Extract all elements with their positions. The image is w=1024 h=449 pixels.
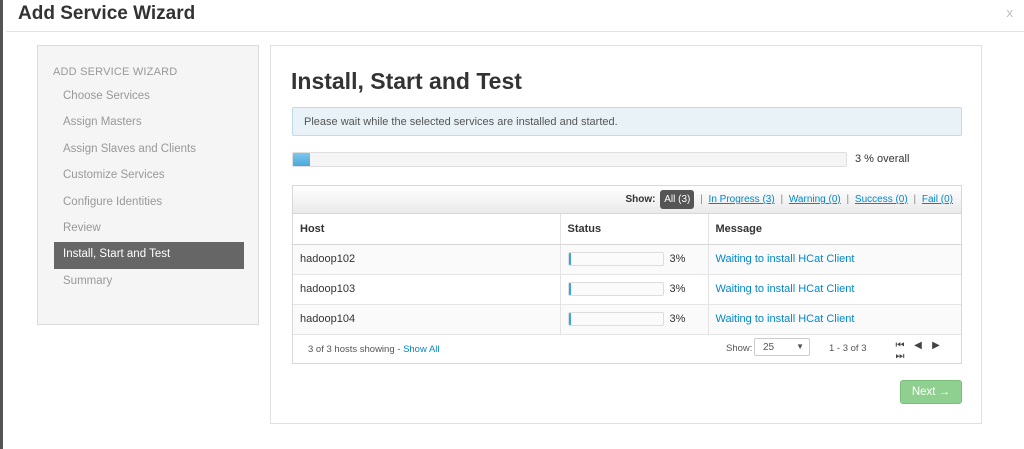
table-row: hadoop103 3% Waiting to install HCat Cli… bbox=[293, 274, 961, 305]
sidebar-item-summary[interactable]: Summary bbox=[54, 269, 244, 295]
pagination-controls: ⏮ ◀ ▶ ⏭ bbox=[891, 340, 961, 362]
host-progress-bar bbox=[567, 252, 664, 266]
table-row: hadoop104 3% Waiting to install HCat Cli… bbox=[293, 304, 961, 335]
info-alert: Please wait while the selected services … bbox=[292, 107, 962, 136]
first-page-icon[interactable]: ⏮ bbox=[891, 340, 909, 351]
host-cell: hadoop104 bbox=[293, 304, 561, 335]
host-progress-fill bbox=[568, 253, 572, 265]
next-page-icon[interactable]: ▶ bbox=[927, 340, 945, 351]
filter-warning[interactable]: Warning (0) bbox=[789, 194, 841, 205]
sidebar-item-review[interactable]: Review bbox=[54, 216, 244, 242]
message-cell: Waiting to install HCat Client bbox=[708, 304, 961, 335]
sidebar-item-customize-services[interactable]: Customize Services bbox=[54, 163, 244, 189]
status-cell: 3% bbox=[560, 304, 709, 335]
host-progress-bar bbox=[567, 282, 664, 296]
message-link[interactable]: Waiting to install HCat Client bbox=[716, 313, 855, 325]
wizard-sidebar: ADD SERVICE WIZARD Choose Services Assig… bbox=[37, 45, 259, 325]
table-footer: 3 of 3 hosts showing - Show All Show: 25… bbox=[293, 334, 961, 363]
host-progress-bar bbox=[567, 312, 664, 326]
prev-page-icon[interactable]: ◀ bbox=[909, 340, 927, 351]
sidebar-item-configure-identities[interactable]: Configure Identities bbox=[54, 190, 244, 216]
host-progress-percent: 3% bbox=[669, 253, 686, 265]
sidebar-steps: Choose Services Assign Masters Assign Sl… bbox=[54, 84, 244, 295]
hosts-table-container: Show: All (3) | In Progress (3) | Warnin… bbox=[292, 185, 962, 364]
close-button[interactable]: x bbox=[1007, 5, 1014, 20]
overall-progress-label: 3 % overall bbox=[855, 153, 910, 165]
filter-success[interactable]: Success (0) bbox=[855, 194, 908, 205]
message-cell: Waiting to install HCat Client bbox=[708, 274, 961, 305]
filter-separator: | bbox=[846, 194, 850, 205]
sidebar-item-assign-slaves-clients[interactable]: Assign Slaves and Clients bbox=[54, 137, 244, 163]
host-progress-percent: 3% bbox=[669, 313, 686, 325]
hosts-showing-count: 3 of 3 hosts showing - bbox=[308, 344, 404, 355]
filter-in-progress[interactable]: In Progress (3) bbox=[709, 194, 775, 205]
wizard-title: Add Service Wizard bbox=[18, 3, 196, 24]
sidebar-item-choose-services[interactable]: Choose Services bbox=[54, 84, 244, 110]
host-cell: hadoop102 bbox=[293, 244, 561, 275]
status-cell: 3% bbox=[560, 244, 709, 275]
column-header-message[interactable]: Message bbox=[708, 214, 961, 245]
overall-progress-bar bbox=[292, 152, 847, 167]
chevron-down-icon: ▼ bbox=[796, 342, 804, 351]
wizard-window: Add Service Wizard x ADD SERVICE WIZARD … bbox=[0, 0, 1024, 449]
page-size-select[interactable]: 25 ▼ bbox=[754, 338, 810, 356]
message-cell: Waiting to install HCat Client bbox=[708, 244, 961, 275]
table-header-row: Host Status Message bbox=[293, 214, 961, 245]
page-size-label: Show: bbox=[726, 343, 753, 354]
filter-all[interactable]: All (3) bbox=[660, 190, 695, 209]
message-link[interactable]: Waiting to install HCat Client bbox=[716, 283, 855, 295]
sidebar-item-assign-masters[interactable]: Assign Masters bbox=[54, 110, 244, 136]
filter-bar: Show: All (3) | In Progress (3) | Warnin… bbox=[293, 186, 961, 214]
filter-fail[interactable]: Fail (0) bbox=[922, 194, 953, 205]
hosts-table: Host Status Message hadoop102 3% Waiting… bbox=[293, 214, 961, 335]
host-cell: hadoop103 bbox=[293, 274, 561, 305]
page-size-value: 25 bbox=[763, 342, 775, 353]
page-title: Install, Start and Test bbox=[291, 68, 522, 94]
sidebar-item-install-start-test[interactable]: Install, Start and Test bbox=[54, 242, 244, 269]
column-header-host[interactable]: Host bbox=[293, 214, 561, 245]
table-row: hadoop102 3% Waiting to install HCat Cli… bbox=[293, 244, 961, 275]
wizard-header: Add Service Wizard x bbox=[6, 0, 1024, 32]
host-progress-fill bbox=[568, 313, 572, 325]
hosts-showing-text: 3 of 3 hosts showing - Show All bbox=[308, 344, 440, 355]
message-link[interactable]: Waiting to install HCat Client bbox=[716, 253, 855, 265]
status-cell: 3% bbox=[560, 274, 709, 305]
page-range: 1 - 3 of 3 bbox=[829, 343, 867, 354]
next-button[interactable]: Next → bbox=[900, 380, 962, 404]
filter-show-label: Show: bbox=[625, 194, 656, 205]
overall-progress-fill bbox=[293, 153, 310, 166]
host-progress-fill bbox=[568, 283, 572, 295]
filter-separator: | bbox=[780, 194, 784, 205]
host-progress-percent: 3% bbox=[669, 283, 686, 295]
filter-separator: | bbox=[913, 194, 917, 205]
main-panel: Install, Start and Test Please wait whil… bbox=[270, 45, 982, 424]
filter-separator: | bbox=[700, 194, 703, 205]
sidebar-heading: ADD SERVICE WIZARD bbox=[53, 66, 178, 78]
last-page-icon[interactable]: ⏭ bbox=[891, 351, 909, 362]
column-header-status[interactable]: Status bbox=[560, 214, 709, 245]
show-all-link[interactable]: Show All bbox=[403, 344, 439, 355]
